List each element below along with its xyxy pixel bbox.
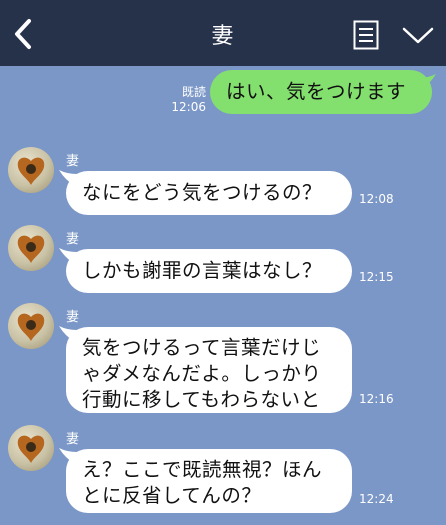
my-message-bubble[interactable]: はい、気をつけます xyxy=(210,70,432,114)
message-text: しかも謝罪の言葉はなし？ xyxy=(82,259,323,282)
message-time: 12:15 xyxy=(359,270,394,284)
message-line: え？ここで既読無視？ほん xyxy=(82,458,323,481)
message-line: 気をつけるって言葉だけじ xyxy=(82,336,322,359)
message-line: 行動に移してもわらないと xyxy=(82,388,321,411)
chevron-down-icon[interactable] xyxy=(402,26,434,46)
message-line: ゃダメなんだよ。しっかり xyxy=(82,362,322,385)
chat-header: 妻 xyxy=(0,0,446,66)
chat-title: 妻 xyxy=(211,24,235,49)
message-bubble[interactable]: え？ここで既読無視？ほん とに反省してんの？ xyxy=(66,449,352,513)
notes-icon[interactable] xyxy=(353,20,379,50)
read-label: 既読 xyxy=(181,85,206,99)
message-text: なにをどう気をつけるの？ xyxy=(82,181,323,204)
message-time: 12:16 xyxy=(359,392,394,406)
sender-name: 妻 xyxy=(66,310,80,325)
avatar[interactable] xyxy=(8,303,54,349)
sender-name: 妻 xyxy=(66,232,80,247)
read-receipt: 既読 12:06 xyxy=(166,85,206,115)
message-bubble[interactable]: しかも謝罪の言葉はなし？ xyxy=(66,249,352,293)
message-time: 12:06 xyxy=(171,100,206,114)
sender-name: 妻 xyxy=(66,154,80,169)
avatar[interactable] xyxy=(8,225,54,271)
message-time: 12:24 xyxy=(359,492,394,506)
message-time: 12:08 xyxy=(359,192,394,206)
sender-name: 妻 xyxy=(66,432,80,447)
message-bubble[interactable]: 気をつけるって言葉だけじ ゃダメなんだよ。しっかり 行動に移してもわらないと xyxy=(66,327,352,413)
message-bubble[interactable]: なにをどう気をつけるの？ xyxy=(66,171,352,215)
message-text: はい、気をつけます xyxy=(226,80,407,103)
avatar[interactable] xyxy=(8,425,54,471)
message-line: とに反省してんの？ xyxy=(82,484,262,507)
avatar[interactable] xyxy=(8,147,54,193)
